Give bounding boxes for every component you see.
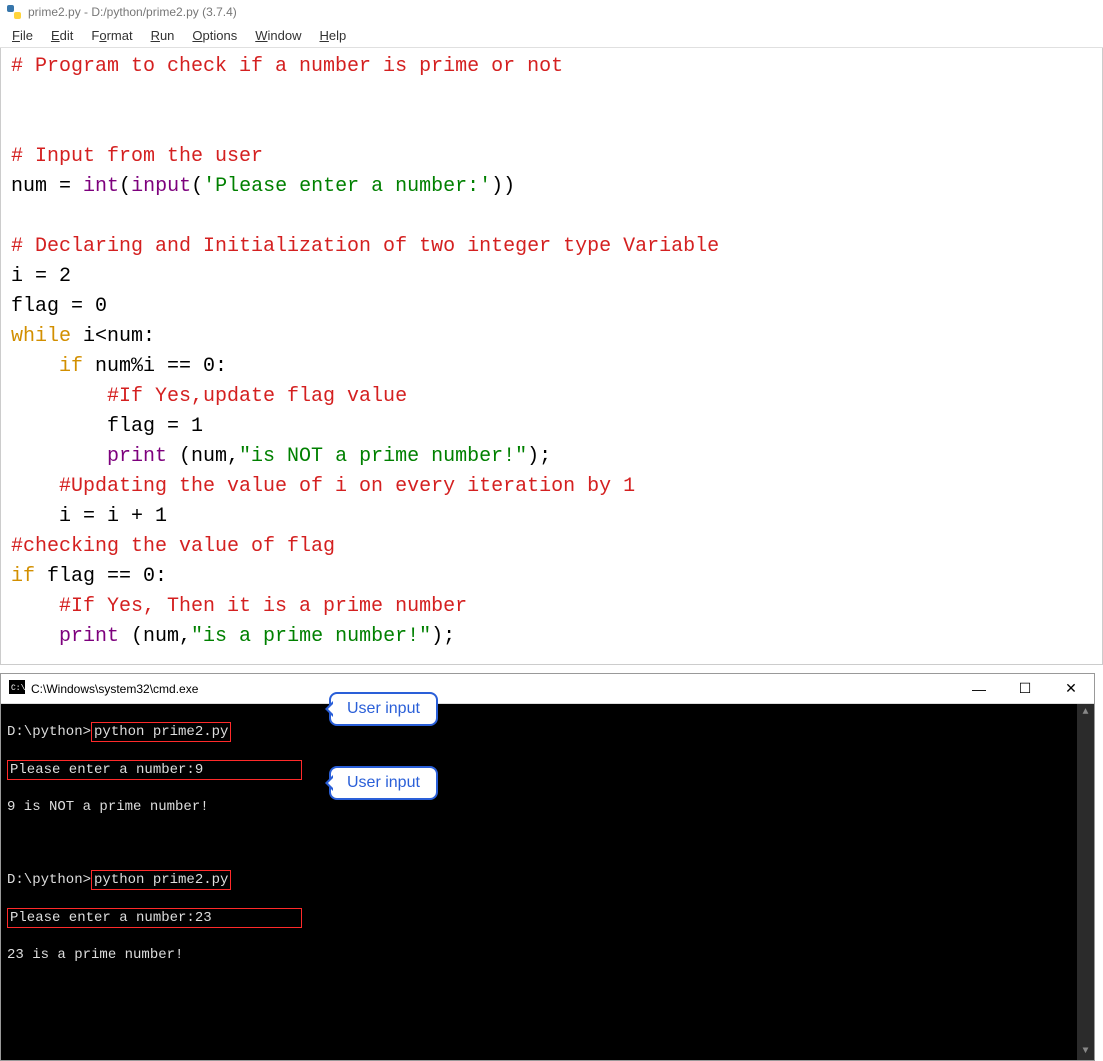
input-highlight: Please enter a number:23 xyxy=(7,908,302,928)
code-line: while i<num: xyxy=(11,325,155,348)
menu-help[interactable]: Help xyxy=(312,26,355,45)
console-line: Please enter a number:9 xyxy=(7,760,1088,780)
scroll-up-icon[interactable]: ▲ xyxy=(1077,704,1094,721)
scroll-down-icon[interactable]: ▼ xyxy=(1077,1043,1094,1060)
close-button[interactable]: ✕ xyxy=(1048,675,1094,703)
code-line: #If Yes, Then it is a prime number xyxy=(11,595,467,618)
code-line: #Updating the value of i on every iterat… xyxy=(11,475,635,498)
code-line: print (num,"is NOT a prime number!"); xyxy=(11,445,551,468)
console-line: 23 is a prime number! xyxy=(7,946,1088,964)
cmd-titlebar: C:\ C:\Windows\system32\cmd.exe — ☐ ✕ xyxy=(1,674,1094,704)
code-line: if num%i == 0: xyxy=(11,355,227,378)
code-line: # Declaring and Initialization of two in… xyxy=(11,235,719,258)
command-highlight: python prime2.py xyxy=(91,722,231,742)
menu-file[interactable]: File xyxy=(4,26,41,45)
window-title: prime2.py - D:/python/prime2.py (3.7.4) xyxy=(28,5,237,19)
command-highlight: python prime2.py xyxy=(91,870,231,890)
menu-run[interactable]: Run xyxy=(143,26,183,45)
input-highlight: Please enter a number:9 xyxy=(7,760,302,780)
menubar: File Edit Format Run Options Window Help xyxy=(0,24,1103,48)
console-line: D:\python>python prime2.py xyxy=(7,870,1088,890)
menu-edit[interactable]: Edit xyxy=(43,26,81,45)
cmd-icon: C:\ xyxy=(9,680,25,697)
code-line: #checking the value of flag xyxy=(11,535,335,558)
code-line: flag = 1 xyxy=(11,415,203,438)
scrollbar[interactable]: ▲ ▼ xyxy=(1077,704,1094,1060)
console-line: D:\python>python prime2.py xyxy=(7,722,1088,742)
menu-format[interactable]: Format xyxy=(83,26,140,45)
code-line: if flag == 0: xyxy=(11,565,167,588)
menu-window[interactable]: Window xyxy=(247,26,309,45)
window-controls: — ☐ ✕ xyxy=(956,675,1094,703)
code-line: i = 2 xyxy=(11,265,71,288)
callout-user-input: User input xyxy=(329,766,438,800)
console-line xyxy=(7,834,1088,852)
cmd-body[interactable]: D:\python>python prime2.py Please enter … xyxy=(1,704,1094,1060)
code-line: flag = 0 xyxy=(11,295,107,318)
cmd-window: C:\ C:\Windows\system32\cmd.exe — ☐ ✕ D:… xyxy=(0,673,1095,1061)
svg-text:C:\: C:\ xyxy=(11,684,25,693)
menu-options[interactable]: Options xyxy=(184,26,245,45)
console-line: Please enter a number:23 xyxy=(7,908,1088,928)
code-line: # Program to check if a number is prime … xyxy=(11,55,563,78)
idle-titlebar: prime2.py - D:/python/prime2.py (3.7.4) xyxy=(0,0,1103,24)
code-line: i = i + 1 xyxy=(11,505,167,528)
python-icon xyxy=(6,4,22,20)
console-line: 9 is NOT a prime number! xyxy=(7,798,1088,816)
maximize-button[interactable]: ☐ xyxy=(1002,675,1048,703)
cmd-title: C:\Windows\system32\cmd.exe xyxy=(31,682,198,696)
code-editor[interactable]: # Program to check if a number is prime … xyxy=(0,48,1103,665)
code-line: # Input from the user xyxy=(11,145,263,168)
minimize-button[interactable]: — xyxy=(956,675,1002,703)
code-line: num = int(input('Please enter a number:'… xyxy=(11,175,515,198)
code-line: print (num,"is a prime number!"); xyxy=(11,625,455,648)
code-line: #If Yes,update flag value xyxy=(11,385,407,408)
callout-user-input: User input xyxy=(329,692,438,726)
